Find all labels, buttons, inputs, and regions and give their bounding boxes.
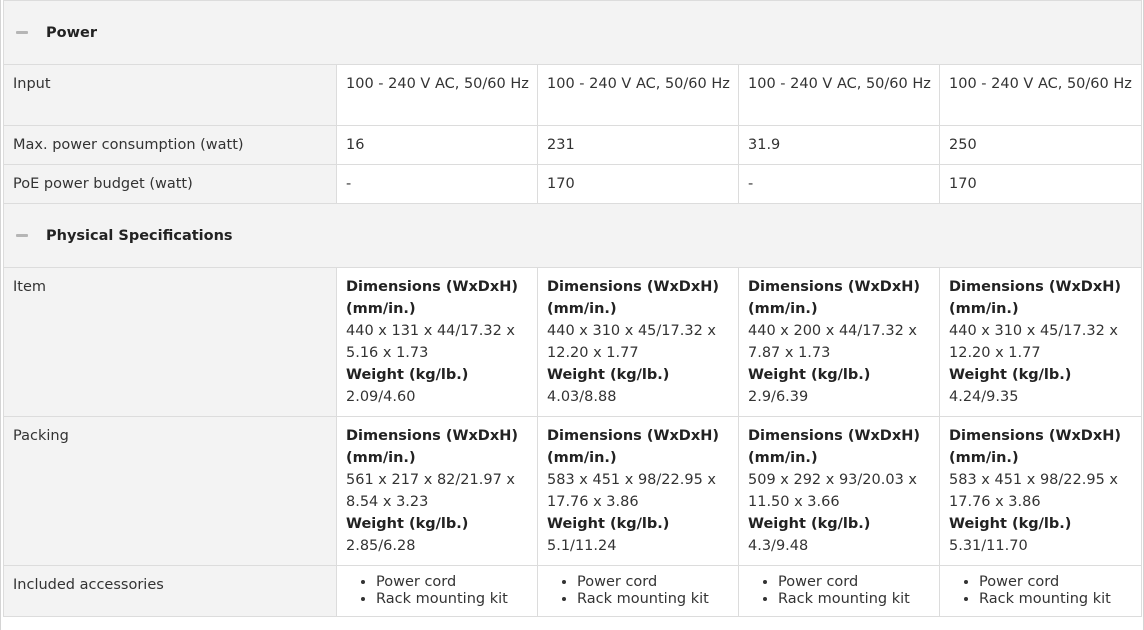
spec-table: Power Input 100 - 240 V AC, 50/60 Hz 100…: [3, 0, 1142, 617]
accessories-list: Power cord Rack mounting kit: [547, 574, 730, 608]
dimension-heading: Dimensions (WxDxH) (mm/in.): [949, 428, 1121, 466]
poe-budget-value-3: -: [738, 164, 940, 204]
packing-cell-4: Dimensions (WxDxH) (mm/in.) 583 x 451 x …: [939, 416, 1142, 566]
weight-heading: Weight (kg/lb.): [748, 367, 871, 383]
max-power-value-2: 231: [537, 125, 739, 165]
section-title-physical: Physical Specifications: [46, 227, 233, 244]
input-value-4: 100 - 240 V AC, 50/60 Hz: [939, 64, 1142, 126]
weight-heading: Weight (kg/lb.): [748, 516, 871, 532]
item-weight-4: 4.24/9.35: [949, 389, 1019, 405]
packing-weight-2: 5.1/11.24: [547, 538, 617, 554]
weight-heading: Weight (kg/lb.): [346, 516, 469, 532]
max-power-value-3: 31.9: [738, 125, 940, 165]
dimension-heading: Dimensions (WxDxH) (mm/in.): [346, 428, 518, 466]
table-row-max-power: Max. power consumption (watt) 16 231 31.…: [3, 125, 1142, 165]
row-label-max-power: Max. power consumption (watt): [3, 125, 337, 165]
row-label-accessories: Included accessories: [3, 565, 337, 617]
accessories-list: Power cord Rack mounting kit: [346, 574, 529, 608]
row-label-input: Input: [3, 64, 337, 126]
dimension-heading: Dimensions (WxDxH) (mm/in.): [547, 279, 719, 317]
poe-budget-value-4: 170: [939, 164, 1142, 204]
input-value-3: 100 - 240 V AC, 50/60 Hz: [738, 64, 940, 126]
section-physical[interactable]: Physical Specifications: [3, 203, 1142, 268]
packing-dimensions-3: 509 x 292 x 93/20.03 x 11.50 x 3.66: [748, 472, 917, 510]
item-dimensions-4: 440 x 310 x 45/17.32 x 12.20 x 1.77: [949, 323, 1118, 361]
item-dimensions-3: 440 x 200 x 44/17.32 x 7.87 x 1.73: [748, 323, 917, 361]
accessories-cell-1: Power cord Rack mounting kit: [336, 565, 538, 617]
dimension-heading: Dimensions (WxDxH) (mm/in.): [949, 279, 1121, 317]
packing-dimensions-4: 583 x 451 x 98/22.95 x 17.76 x 3.86: [949, 472, 1118, 510]
accessories-cell-2: Power cord Rack mounting kit: [537, 565, 739, 617]
table-row-input: Input 100 - 240 V AC, 50/60 Hz 100 - 240…: [3, 64, 1142, 126]
input-value-2: 100 - 240 V AC, 50/60 Hz: [537, 64, 739, 126]
collapse-icon[interactable]: [16, 31, 28, 34]
section-title-power: Power: [46, 24, 97, 41]
weight-heading: Weight (kg/lb.): [547, 516, 670, 532]
accessories-cell-4: Power cord Rack mounting kit: [939, 565, 1142, 617]
dimension-heading: Dimensions (WxDxH) (mm/in.): [346, 279, 518, 317]
list-item: Rack mounting kit: [778, 591, 931, 608]
max-power-value-1: 16: [336, 125, 538, 165]
spec-table-frame: Power Input 100 - 240 V AC, 50/60 Hz 100…: [0, 0, 1144, 630]
table-row-packing: Packing Dimensions (WxDxH) (mm/in.) 561 …: [3, 416, 1142, 566]
accessories-cell-3: Power cord Rack mounting kit: [738, 565, 940, 617]
list-item: Power cord: [979, 574, 1133, 591]
accessories-list: Power cord Rack mounting kit: [748, 574, 931, 608]
packing-dimensions-1: 561 x 217 x 82/21.97 x 8.54 x 3.23: [346, 472, 515, 510]
item-dimensions-1: 440 x 131 x 44/17.32 x 5.16 x 1.73: [346, 323, 515, 361]
section-power[interactable]: Power: [3, 0, 1142, 65]
row-label-packing: Packing: [3, 416, 337, 566]
table-row-poe-budget: PoE power budget (watt) - 170 - 170: [3, 164, 1142, 204]
weight-heading: Weight (kg/lb.): [949, 367, 1072, 383]
packing-weight-1: 2.85/6.28: [346, 538, 416, 554]
weight-heading: Weight (kg/lb.): [547, 367, 670, 383]
list-item: Rack mounting kit: [979, 591, 1133, 608]
row-label-poe-budget: PoE power budget (watt): [3, 164, 337, 204]
dimension-heading: Dimensions (WxDxH) (mm/in.): [748, 428, 920, 466]
row-label-item: Item: [3, 267, 337, 417]
list-item: Power cord: [778, 574, 931, 591]
list-item: Rack mounting kit: [376, 591, 529, 608]
item-dimensions-2: 440 x 310 x 45/17.32 x 12.20 x 1.77: [547, 323, 716, 361]
item-cell-4: Dimensions (WxDxH) (mm/in.) 440 x 310 x …: [939, 267, 1142, 417]
table-row-item: Item Dimensions (WxDxH) (mm/in.) 440 x 1…: [3, 267, 1142, 417]
item-weight-3: 2.9/6.39: [748, 389, 809, 405]
item-cell-2: Dimensions (WxDxH) (mm/in.) 440 x 310 x …: [537, 267, 739, 417]
packing-cell-3: Dimensions (WxDxH) (mm/in.) 509 x 292 x …: [738, 416, 940, 566]
list-item: Power cord: [376, 574, 529, 591]
list-item: Rack mounting kit: [577, 591, 730, 608]
dimension-heading: Dimensions (WxDxH) (mm/in.): [547, 428, 719, 466]
poe-budget-value-1: -: [336, 164, 538, 204]
item-cell-1: Dimensions (WxDxH) (mm/in.) 440 x 131 x …: [336, 267, 538, 417]
weight-heading: Weight (kg/lb.): [949, 516, 1072, 532]
list-item: Power cord: [577, 574, 730, 591]
dimension-heading: Dimensions (WxDxH) (mm/in.): [748, 279, 920, 317]
packing-cell-1: Dimensions (WxDxH) (mm/in.) 561 x 217 x …: [336, 416, 538, 566]
max-power-value-4: 250: [939, 125, 1142, 165]
packing-cell-2: Dimensions (WxDxH) (mm/in.) 583 x 451 x …: [537, 416, 739, 566]
packing-weight-3: 4.3/9.48: [748, 538, 809, 554]
table-row-accessories: Included accessories Power cord Rack mou…: [3, 565, 1142, 617]
packing-weight-4: 5.31/11.70: [949, 538, 1028, 554]
input-value-1: 100 - 240 V AC, 50/60 Hz: [336, 64, 538, 126]
item-weight-1: 2.09/4.60: [346, 389, 416, 405]
item-weight-2: 4.03/8.88: [547, 389, 617, 405]
poe-budget-value-2: 170: [537, 164, 739, 204]
weight-heading: Weight (kg/lb.): [346, 367, 469, 383]
accessories-list: Power cord Rack mounting kit: [949, 574, 1133, 608]
item-cell-3: Dimensions (WxDxH) (mm/in.) 440 x 200 x …: [738, 267, 940, 417]
packing-dimensions-2: 583 x 451 x 98/22.95 x 17.76 x 3.86: [547, 472, 716, 510]
collapse-icon[interactable]: [16, 234, 28, 237]
